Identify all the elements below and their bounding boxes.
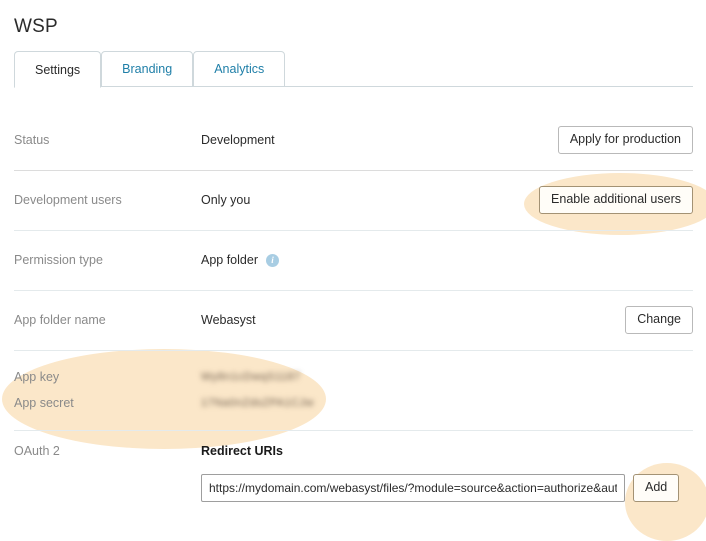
tab-branding-label: Branding	[122, 62, 173, 76]
tab-settings[interactable]: Settings	[14, 51, 102, 88]
row-app-folder-name-label: App folder name	[14, 313, 106, 327]
tab-settings-label: Settings	[35, 62, 81, 77]
row-app-key-label: App key	[14, 370, 60, 384]
permission-type-text: App folder	[201, 253, 258, 267]
row-development-users-value: Only you	[201, 193, 251, 207]
change-button[interactable]: Change	[625, 306, 693, 334]
tab-analytics-label: Analytics	[214, 62, 265, 76]
oauth2-body: Redirect URIs Add	[201, 444, 693, 502]
row-app-folder-name-action: Change	[625, 306, 693, 334]
row-app-secret: App secret 17Na0nZdsZPA1CJw	[14, 390, 693, 416]
row-status-value: Development	[201, 133, 275, 147]
tab-bar: Settings Branding Analytics	[14, 51, 693, 88]
row-status-label: Status	[14, 133, 50, 147]
row-app-secret-label: App secret	[14, 396, 74, 410]
page-title: WSP	[14, 16, 58, 37]
redirect-uri-line: Add	[201, 474, 693, 502]
row-permission-type-value: App folder i	[201, 253, 693, 267]
row-app-folder-name: App folder name Webasyst Change	[0, 290, 706, 350]
row-status-action: Apply for production	[557, 126, 693, 154]
row-permission-type: Permission type App folder i	[0, 230, 706, 290]
settings-rows: Status Development Apply for production …	[0, 110, 706, 520]
row-app-folder-name-value: Webasyst	[201, 313, 256, 327]
row-app-credentials: App key Wy8n1cDwqS1187 App secret 17Na0n…	[0, 350, 706, 430]
app-secret-value: 17Na0nZdsZPA1CJw	[201, 397, 314, 409]
row-permission-type-label: Permission type	[14, 253, 103, 267]
row-development-users-label: Development users	[14, 193, 122, 207]
tab-analytics[interactable]: Analytics	[193, 51, 286, 87]
row-status: Status Development Apply for production	[0, 110, 706, 170]
row-oauth2: OAuth 2 Redirect URIs Add	[0, 430, 706, 520]
row-app-key: App key Wy8n1cDwqS1187	[14, 364, 693, 390]
redirect-uri-input[interactable]	[201, 474, 625, 502]
apply-for-production-button[interactable]: Apply for production	[557, 126, 693, 154]
redirect-uris-heading: Redirect URIs	[201, 444, 283, 458]
enable-additional-users-button[interactable]: Enable additional users	[539, 186, 693, 214]
row-oauth2-label: OAuth 2	[14, 444, 60, 458]
add-redirect-uri-button[interactable]: Add	[633, 474, 680, 502]
row-development-users: Development users Only you Enable additi…	[0, 170, 706, 230]
row-development-users-action: Enable additional users	[539, 186, 693, 214]
app-key-value: Wy8n1cDwqS1187	[201, 371, 301, 383]
info-icon[interactable]: i	[265, 253, 279, 267]
tab-branding[interactable]: Branding	[101, 51, 194, 87]
